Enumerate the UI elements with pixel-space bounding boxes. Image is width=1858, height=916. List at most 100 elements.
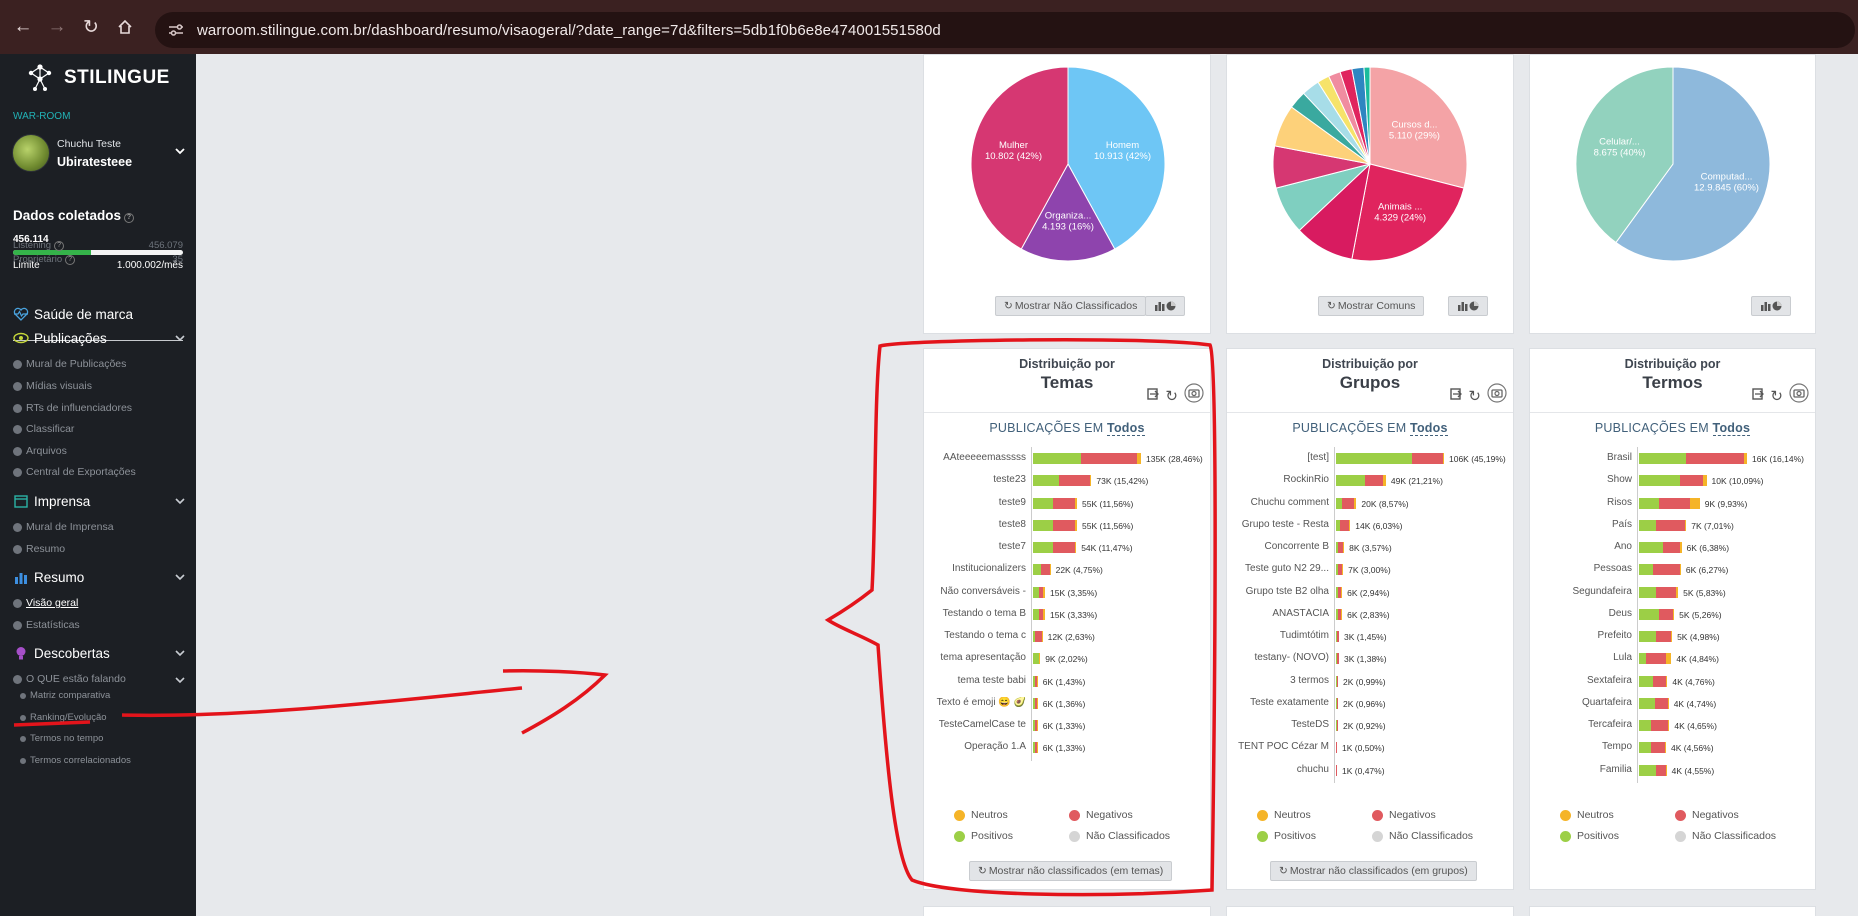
bar-segment-neutros[interactable] bbox=[1037, 742, 1038, 754]
bar-segment-negativos[interactable] bbox=[1337, 720, 1339, 731]
chart-type-button[interactable] bbox=[1145, 296, 1185, 316]
bar-segment-neutros[interactable] bbox=[1041, 631, 1043, 642]
legend-item-nao-classificados[interactable]: Não Classificados bbox=[1675, 830, 1776, 842]
legend-item-neutros[interactable]: Neutros bbox=[1560, 809, 1614, 821]
bar-segment-neutros[interactable] bbox=[1679, 542, 1682, 553]
chart-type-button[interactable] bbox=[1448, 296, 1488, 316]
bar-segment-positivos[interactable] bbox=[1639, 608, 1660, 620]
bar-segment-negativos[interactable] bbox=[1662, 542, 1680, 553]
bar-segment-negativos[interactable] bbox=[1337, 697, 1339, 709]
forward-arrow-icon[interactable]: → bbox=[44, 14, 70, 40]
bar-segment-negativos[interactable] bbox=[1659, 608, 1673, 620]
bar-segment-negativos[interactable] bbox=[1412, 453, 1443, 464]
menu-item-ranking-evolucao[interactable]: Ranking/Evolução bbox=[20, 712, 107, 723]
help-icon[interactable]: ? bbox=[65, 255, 76, 265]
legend-item-negativos[interactable]: Negativos bbox=[1675, 809, 1739, 821]
home-icon[interactable] bbox=[112, 14, 138, 40]
bar-segment-negativos[interactable] bbox=[1654, 697, 1669, 709]
bar-segment-positivos[interactable] bbox=[1639, 631, 1656, 642]
reload-icon[interactable]: ↻ bbox=[78, 14, 104, 40]
bar-segment-negativos[interactable] bbox=[1081, 453, 1137, 464]
bar-segment-negativos[interactable] bbox=[1655, 586, 1677, 598]
bar-segment-positivos[interactable] bbox=[1033, 475, 1060, 487]
refresh-icon[interactable]: ↻ bbox=[1468, 387, 1481, 405]
export-icon[interactable] bbox=[1752, 387, 1765, 405]
bar-segment-positivos[interactable] bbox=[1639, 497, 1660, 509]
bar-segment-positivos[interactable] bbox=[1639, 475, 1680, 487]
bar-segment-negativos[interactable] bbox=[1053, 497, 1076, 509]
bar-segment-positivos[interactable] bbox=[1336, 475, 1365, 487]
show-common-button[interactable]: ↻ Mostrar Comuns bbox=[1318, 296, 1425, 316]
bar-segment-negativos[interactable] bbox=[1336, 742, 1338, 754]
bar-segment-neutros[interactable] bbox=[1354, 497, 1357, 509]
bar-segment-neutros[interactable] bbox=[1672, 608, 1675, 620]
bar-segment-positivos[interactable] bbox=[1639, 453, 1687, 464]
bar-segment-negativos[interactable] bbox=[1645, 653, 1666, 665]
show-unclassified-button[interactable]: ↻ Mostrar não classificados (em grupos) bbox=[1270, 861, 1477, 881]
bar-segment-positivos[interactable] bbox=[1639, 653, 1646, 665]
bar-segment-neutros[interactable] bbox=[1342, 564, 1344, 576]
bar-segment-positivos[interactable] bbox=[1639, 519, 1656, 531]
legend-item-nao-classificados[interactable]: Não Classificados bbox=[1372, 830, 1473, 842]
menu-item-mural-publicacoes[interactable]: Mural de Publicações bbox=[13, 358, 126, 370]
bar-segment-negativos[interactable] bbox=[1337, 675, 1339, 687]
bar-segment-neutros[interactable] bbox=[1037, 675, 1038, 687]
export-icon[interactable] bbox=[1450, 387, 1463, 405]
menu-item-termos-no-tempo[interactable]: Termos no tempo bbox=[20, 733, 103, 744]
menu-item-arquivos[interactable]: Arquivos bbox=[13, 445, 67, 457]
bar-segment-negativos[interactable] bbox=[1651, 720, 1669, 731]
bar-segment-positivos[interactable] bbox=[1033, 564, 1041, 576]
bar-segment-negativos[interactable] bbox=[1655, 519, 1685, 531]
refresh-icon[interactable]: ↻ bbox=[1165, 387, 1178, 405]
bar-segment-neutros[interactable] bbox=[1666, 764, 1667, 776]
bar-segment-neutros[interactable] bbox=[1075, 497, 1077, 509]
menu-item-resumo-imprensa[interactable]: Resumo bbox=[13, 543, 65, 555]
bar-segment-negativos[interactable] bbox=[1364, 475, 1383, 487]
menu-item-matriz-comparativa[interactable]: Matriz comparativa bbox=[20, 690, 110, 701]
legend-item-negativos[interactable]: Negativos bbox=[1069, 809, 1133, 821]
pub-filter-link[interactable]: Todos bbox=[1410, 421, 1448, 436]
bar-segment-neutros[interactable] bbox=[1679, 564, 1681, 576]
bar-segment-neutros[interactable] bbox=[1442, 453, 1444, 464]
bar-segment-neutros[interactable] bbox=[1668, 720, 1670, 731]
bar-segment-neutros[interactable] bbox=[1666, 675, 1668, 687]
chevron-down-icon[interactable] bbox=[175, 496, 185, 506]
bar-segment-negativos[interactable] bbox=[1342, 497, 1355, 509]
bar-segment-positivos[interactable] bbox=[1033, 542, 1053, 553]
url-text[interactable]: warroom.stilingue.com.br/dashboard/resum… bbox=[197, 22, 941, 39]
pub-filter-link[interactable]: Todos bbox=[1712, 421, 1751, 436]
bar-segment-negativos[interactable] bbox=[1679, 475, 1704, 487]
bar-segment-neutros[interactable] bbox=[1671, 631, 1673, 642]
bar-segment-neutros[interactable] bbox=[1349, 519, 1351, 531]
bar-segment-negativos[interactable] bbox=[1337, 653, 1340, 665]
bar-segment-negativos[interactable] bbox=[1652, 564, 1680, 576]
bar-segment-positivos[interactable] bbox=[1639, 564, 1653, 576]
user-switcher[interactable]: Chuchu Teste Ubiratesteee bbox=[12, 134, 188, 174]
bar-segment-neutros[interactable] bbox=[1037, 720, 1038, 731]
back-arrow-icon[interactable]: ← bbox=[10, 14, 36, 40]
bar-segment-positivos[interactable] bbox=[1336, 453, 1413, 464]
refresh-icon[interactable]: ↻ bbox=[1770, 387, 1783, 405]
bar-segment-neutros[interactable] bbox=[1382, 475, 1386, 487]
bar-segment-neutros[interactable] bbox=[1668, 697, 1669, 709]
bar-segment-negativos[interactable] bbox=[1686, 453, 1744, 464]
bar-segment-negativos[interactable] bbox=[1651, 742, 1665, 754]
chevron-down-icon[interactable] bbox=[175, 648, 185, 658]
legend-item-negativos[interactable]: Negativos bbox=[1372, 809, 1436, 821]
bar-segment-neutros[interactable] bbox=[1743, 453, 1747, 464]
bar-segment-neutros[interactable] bbox=[1049, 564, 1051, 576]
camera-icon[interactable] bbox=[1487, 383, 1507, 408]
bar-segment-neutros[interactable] bbox=[1341, 586, 1343, 598]
bar-segment-neutros[interactable] bbox=[1043, 586, 1045, 598]
menu-item-midias-visuais[interactable]: Mídias visuais bbox=[13, 380, 92, 392]
legend-item-positivos[interactable]: Positivos bbox=[1560, 830, 1619, 842]
bar-segment-negativos[interactable] bbox=[1053, 542, 1075, 553]
camera-icon[interactable] bbox=[1789, 383, 1809, 408]
export-icon[interactable] bbox=[1147, 387, 1160, 405]
bar-segment-neutros[interactable] bbox=[1684, 519, 1687, 531]
chevron-down-icon[interactable] bbox=[175, 675, 185, 685]
bar-segment-negativos[interactable] bbox=[1059, 475, 1090, 487]
bar-segment-neutros[interactable] bbox=[1703, 475, 1707, 487]
legend-item-positivos[interactable]: Positivos bbox=[1257, 830, 1316, 842]
bar-segment-neutros[interactable] bbox=[1341, 608, 1343, 620]
